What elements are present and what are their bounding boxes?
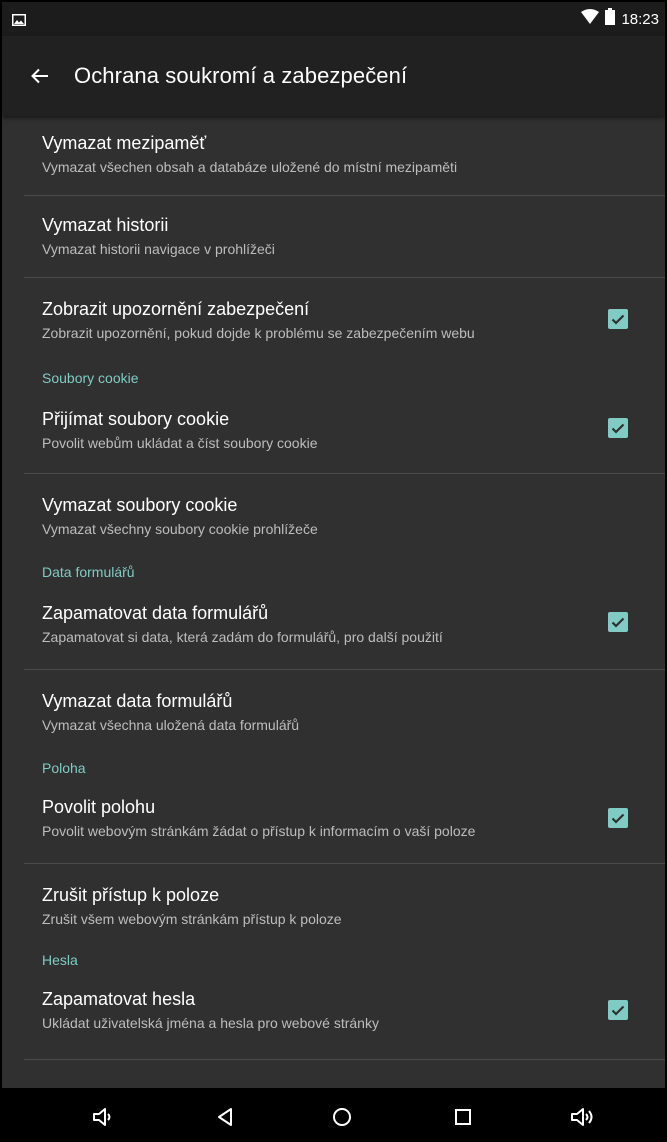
back-icon[interactable] (210, 1102, 240, 1132)
enable-location-checkbox[interactable] (608, 808, 628, 828)
enable-location-item[interactable]: Povolit polohu Povolit webovým stránkám … (2, 792, 665, 864)
accept-cookies-summary: Povolit webům ukládat a číst soubory coo… (42, 435, 318, 451)
recents-icon[interactable] (448, 1102, 478, 1132)
remember-form-data-title: Zapamatovat data formulářů (42, 603, 269, 623)
wifi-icon (581, 8, 600, 30)
clear-location-item[interactable]: Zrušit přístup k poloze Zrušit všem webo… (2, 864, 665, 946)
clear-cookies-summary: Vymazat všechny soubory cookie prohlížeč… (42, 521, 318, 537)
arrow-back-icon[interactable] (26, 62, 54, 90)
clear-location-summary: Zrušit všem webovým stránkám přístup k p… (42, 911, 342, 927)
divider (24, 1059, 665, 1060)
accept-cookies-checkbox[interactable] (608, 418, 628, 438)
clear-form-data-item[interactable]: Vymazat data formulářů Vymazat všechna u… (2, 670, 665, 754)
settings-list: Vymazat mezipaměť Vymazat všechen obsah … (2, 116, 665, 1088)
clear-location-title: Zrušit přístup k poloze (42, 885, 220, 905)
clear-history-summary: Vymazat historii navigace v prohlížeči (42, 241, 275, 257)
form-data-category-header: Data formulářů (42, 564, 135, 580)
clear-form-data-summary: Vymazat všechna uložená data formulářů (42, 717, 300, 733)
clear-history-item[interactable]: Vymazat historii Vymazat historii naviga… (2, 196, 665, 278)
volume-up-icon[interactable] (568, 1102, 598, 1132)
clear-cache-title: Vymazat mezipaměť (42, 133, 207, 153)
security-warnings-summary: Zobrazit upozornění, pokud dojde k probl… (42, 325, 475, 341)
page-title: Ochrana soukromí a zabezpečení (74, 63, 408, 88)
enable-location-summary: Povolit webovým stránkám žádat o přístup… (42, 823, 476, 839)
image-notification-icon (12, 13, 26, 26)
navigation-bar (2, 1088, 665, 1140)
location-category-header: Poloha (42, 760, 86, 776)
clear-history-title: Vymazat historii (42, 215, 169, 235)
remember-passwords-summary: Ukládat uživatelská jména a hesla pro we… (42, 1015, 379, 1031)
remember-passwords-title: Zapamatovat hesla (42, 989, 196, 1009)
clear-cookies-item[interactable]: Vymazat soubory cookie Vymazat všechny s… (2, 474, 665, 558)
security-warnings-item[interactable]: Zobrazit upozornění zabezpečení Zobrazit… (2, 278, 665, 364)
cookies-category-header: Soubory cookie (42, 370, 139, 386)
home-icon[interactable] (327, 1102, 357, 1132)
security-warnings-checkbox[interactable] (608, 309, 628, 329)
battery-icon (605, 8, 616, 30)
volume-down-icon[interactable] (88, 1102, 118, 1132)
screen: 18:23 Ochrana soukromí a zabezpečení Vym… (0, 0, 667, 1142)
security-warnings-title: Zobrazit upozornění zabezpečení (42, 299, 310, 319)
status-bar: 18:23 (2, 2, 665, 36)
remember-form-data-item[interactable]: Zapamatovat data formulářů Zapamatovat s… (2, 596, 665, 670)
status-time: 18:23 (621, 10, 659, 28)
passwords-category-header: Hesla (42, 952, 78, 968)
remember-form-data-checkbox[interactable] (608, 612, 628, 632)
remember-passwords-item[interactable]: Zapamatovat hesla Ukládat uživatelská jm… (2, 984, 665, 1060)
clear-cookies-title: Vymazat soubory cookie (42, 495, 238, 515)
app-bar: Ochrana soukromí a zabezpečení (2, 36, 665, 116)
remember-passwords-checkbox[interactable] (608, 1000, 628, 1020)
enable-location-title: Povolit polohu (42, 797, 156, 817)
accept-cookies-title: Přijímat soubory cookie (42, 409, 230, 429)
clear-cache-summary: Vymazat všechen obsah a databáze uložené… (42, 159, 458, 175)
accept-cookies-item[interactable]: Přijímat soubory cookie Povolit webům uk… (2, 402, 665, 474)
remember-form-data-summary: Zapamatovat si data, která zadám do form… (42, 629, 443, 645)
clear-form-data-title: Vymazat data formulářů (42, 691, 233, 711)
clear-cache-item[interactable]: Vymazat mezipaměť Vymazat všechen obsah … (2, 116, 665, 196)
